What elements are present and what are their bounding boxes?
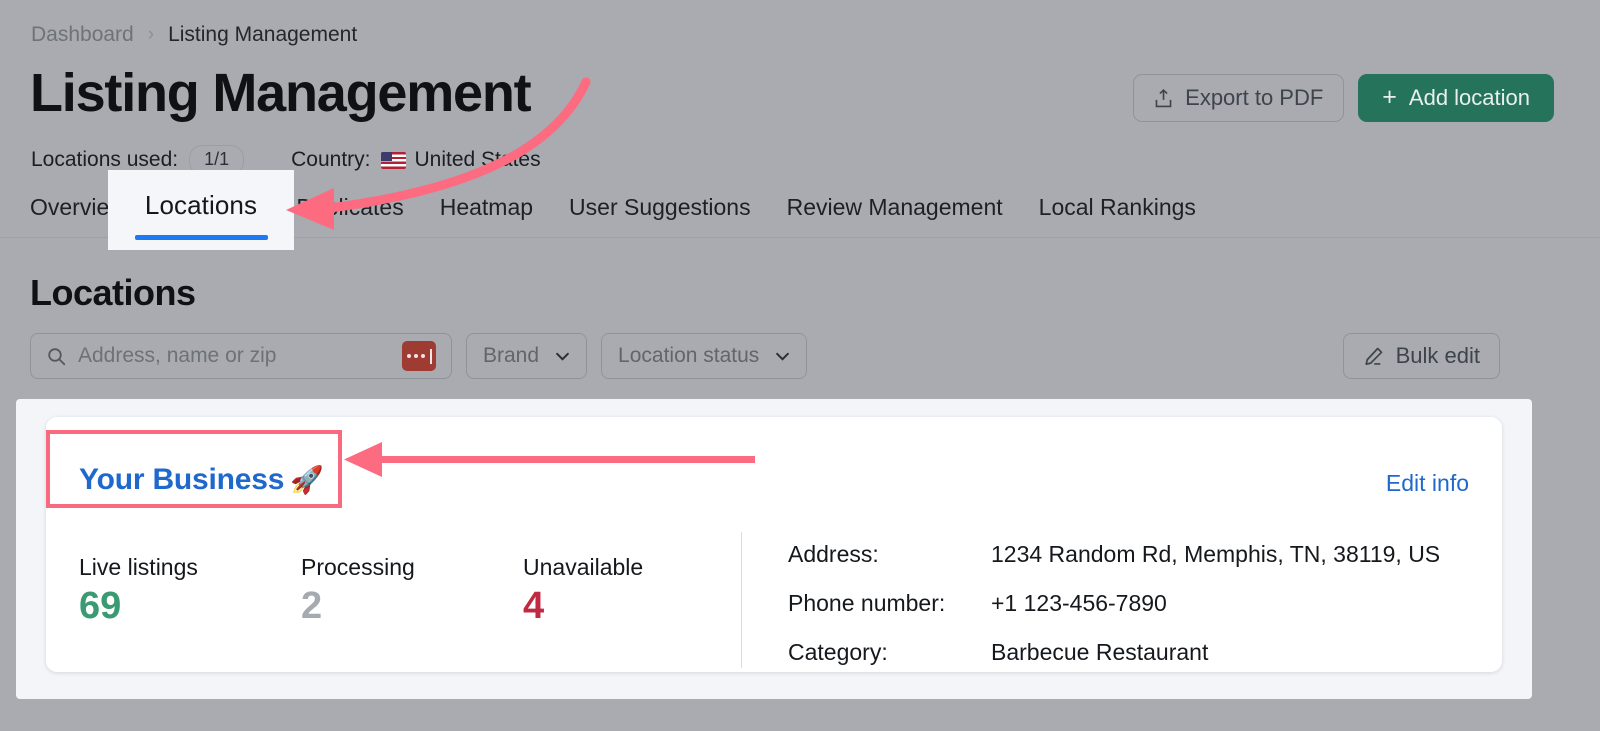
search-placeholder: Address, name or zip — [78, 344, 277, 367]
stat-live-listings: Live listings 69 — [79, 554, 301, 627]
country-value: United States — [414, 148, 541, 172]
header-actions: Export to PDF + Add location — [1133, 74, 1554, 122]
brand-filter-label: Brand — [483, 344, 540, 367]
upload-icon — [1155, 88, 1172, 107]
pencil-icon — [1364, 347, 1382, 365]
detail-label-phone: Phone number: — [788, 590, 946, 616]
tab-locations-highlight[interactable]: Locations — [108, 170, 294, 250]
brand-filter-select[interactable]: Brand — [466, 333, 588, 379]
filter-bar: Address, name or zip Brand Location stat… — [30, 333, 808, 379]
bulk-edit-label: Bulk edit — [1395, 343, 1480, 368]
detail-value-phone: +1 123-456-7890 — [991, 590, 1167, 616]
tab-heatmap[interactable]: Heatmap — [440, 194, 533, 227]
detail-value-address: 1234 Random Rd, Memphis, TN, 38119, US — [991, 541, 1441, 567]
country-label: Country: — [291, 148, 371, 172]
section-title: Locations — [30, 272, 196, 313]
tab-user-suggestions[interactable]: User Suggestions — [569, 194, 751, 227]
breadcrumb: Dashboard › Listing Management — [31, 23, 357, 47]
tab-locations-highlight-label: Locations — [144, 190, 258, 220]
page-title: Listing Management — [30, 63, 532, 123]
detail-value-category: Barbecue Restaurant — [991, 639, 1209, 665]
tab-duplicates[interactable]: Duplicates — [296, 194, 403, 227]
add-location-button[interactable]: + Add location — [1358, 74, 1554, 122]
locations-panel: Your Business 🚀 Edit info Live listings 6… — [16, 399, 1532, 699]
stat-label: Unavailable — [523, 554, 644, 580]
us-flag-icon — [380, 151, 406, 169]
export-to-pdf-button[interactable]: Export to PDF — [1133, 74, 1345, 122]
stat-unavailable: Unavailable 4 — [523, 554, 745, 627]
location-name-text: Your Business — [79, 463, 285, 496]
stat-label: Processing — [301, 554, 415, 580]
export-to-pdf-label: Export to PDF — [1185, 85, 1324, 110]
bulk-edit-button[interactable]: Bulk edit — [1342, 333, 1500, 379]
add-location-label: Add location — [1408, 85, 1530, 110]
chevron-down-icon — [556, 352, 569, 361]
chevron-right-icon: › — [147, 23, 155, 45]
location-card: Your Business 🚀 Edit info Live listings 6… — [46, 417, 1502, 672]
location-name-link[interactable]: Your Business 🚀 — [79, 463, 324, 497]
locations-used-label: Locations used: — [31, 148, 179, 172]
search-icon — [48, 347, 66, 365]
stat-label: Live listings — [79, 554, 198, 580]
edit-info-link[interactable]: Edit info — [1386, 470, 1469, 497]
tab-active-underline — [135, 235, 268, 240]
detail-label-address: Address: — [788, 541, 879, 567]
rocket-icon: 🚀 — [290, 465, 324, 495]
breadcrumb-dashboard[interactable]: Dashboard — [31, 23, 134, 47]
app-root: Dashboard › Listing Management Listing M… — [0, 0, 1600, 731]
breadcrumb-current: Listing Management — [168, 23, 358, 46]
card-vertical-divider — [741, 532, 742, 668]
location-details: Address: 1234 Random Rd, Memphis, TN, 38… — [788, 541, 1440, 666]
location-stats: Live listings 69 Processing 2 Unavailabl… — [79, 554, 745, 627]
stat-value: 2 — [301, 585, 323, 627]
redacted-text-icon — [402, 341, 436, 371]
location-status-filter-select[interactable]: Location status — [601, 333, 808, 379]
chevron-down-icon — [776, 352, 790, 361]
detail-label-category: Category: — [788, 639, 888, 665]
tab-local-rankings[interactable]: Local Rankings — [1039, 194, 1196, 227]
tab-review-management[interactable]: Review Management — [787, 194, 1003, 227]
location-status-filter-label: Location status — [618, 344, 760, 367]
stat-value: 4 — [523, 585, 545, 627]
stat-value: 69 — [79, 585, 122, 627]
stat-processing: Processing 2 — [301, 554, 523, 627]
plus-icon: + — [1382, 82, 1397, 111]
search-input[interactable]: Address, name or zip — [30, 333, 452, 379]
